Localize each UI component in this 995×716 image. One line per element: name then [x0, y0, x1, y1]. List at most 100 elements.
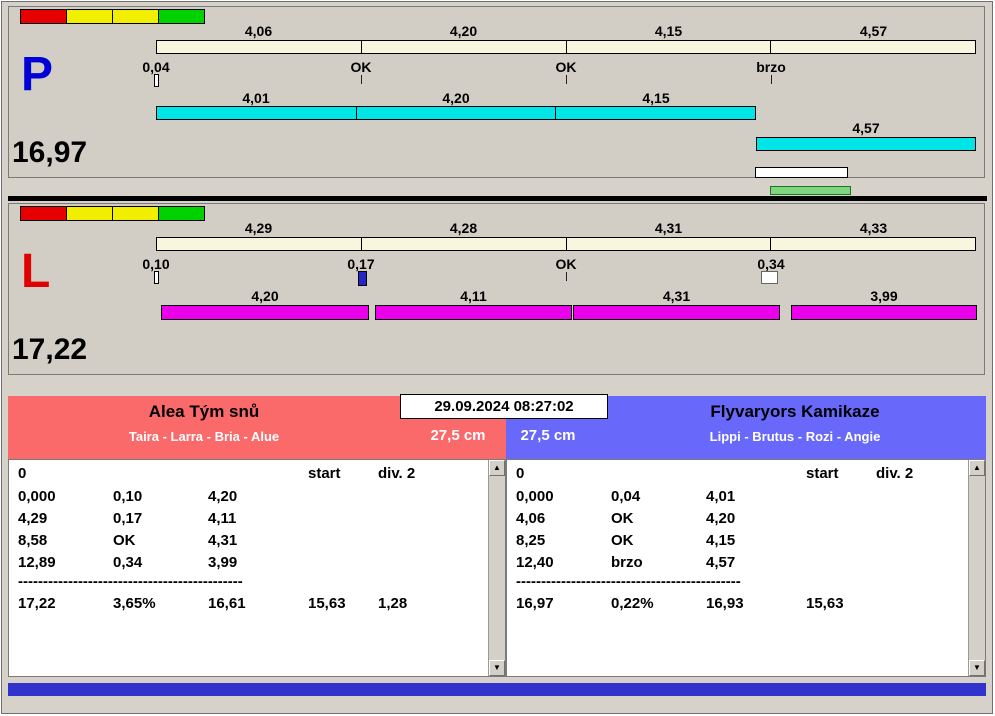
lane-l-run-bar-segment: 4,20: [161, 288, 369, 320]
table-row: 12,89 0,34 3,99: [18, 554, 458, 571]
start-light-yellow-2: [112, 206, 159, 221]
reference-cell: 15,63: [806, 595, 844, 612]
team-left-dogs: Taira - Larra - Bria - Alue: [128, 429, 280, 444]
split-cell: 4,20: [706, 510, 736, 527]
lane-l-run-bar-segment: 4,31: [573, 288, 780, 320]
run-split-label: 3,99: [870, 288, 898, 304]
late-split-label: 4,57: [852, 120, 880, 136]
cumulative-cell: 8,25: [516, 532, 546, 549]
table-row: 4,29 0,17 4,11: [18, 510, 458, 527]
start-cell: OK: [113, 532, 136, 549]
start-light-red: [20, 9, 67, 24]
table-divider: ----------------------------------------…: [18, 573, 243, 590]
table-row: 4,06 OK 4,20: [516, 510, 956, 527]
timing-app-window: 4,06 4,20 4,15 4,57 0,04 OK OK brzo 4,01…: [1, 1, 993, 714]
header-cell: 0: [516, 465, 525, 482]
start-light-yellow-1: [66, 206, 113, 221]
start-fault-marker: [154, 74, 159, 87]
scroll-down-button[interactable]: ▼: [969, 660, 985, 676]
lane-l-panel: 4,29 4,28 4,31 4,33 0,10 0,17 OK 0,34 4,…: [8, 203, 985, 375]
split-cell: 4,01: [706, 488, 736, 505]
split-label: 4,57: [859, 23, 888, 39]
split-cell: 4,15: [706, 532, 736, 549]
start-cell: 0,34: [113, 554, 143, 571]
run-split-label: 4,20: [251, 288, 279, 304]
header-cell: start: [308, 465, 341, 482]
lane-p-split-bar: [156, 40, 976, 54]
table-row: 8,25 OK 4,15: [516, 532, 956, 549]
start-light-yellow-1: [66, 9, 113, 24]
scroll-down-icon: ▼: [973, 663, 981, 672]
start-cell: brzo: [611, 554, 643, 571]
lane-p-run-splits: 4,01 4,20 4,15: [156, 90, 756, 106]
start-light-green: [158, 9, 205, 24]
lane-l-split-bar: [156, 237, 976, 251]
split-label: 4,29: [244, 220, 273, 236]
scrollbar[interactable]: ▲ ▼: [968, 460, 985, 676]
fault-marker-blue: [358, 271, 367, 286]
start-mark: 0,10: [142, 256, 170, 272]
reference-cell: 15,63: [308, 595, 346, 612]
team-right-dogs: Lippi - Brutus - Rozi - Angie: [709, 429, 881, 444]
run-split-label: 4,20: [442, 90, 470, 106]
scroll-up-button[interactable]: ▲: [489, 460, 505, 476]
scroll-up-button[interactable]: ▲: [969, 460, 985, 476]
start-mark: brzo: [756, 59, 786, 75]
cumulative-cell: 0,000: [18, 488, 56, 505]
table-totals-row: 16,97 0,22% 16,93 15,63: [516, 595, 956, 612]
table-row: 0,000 0,04 4,01: [516, 488, 956, 505]
datetime-display: 29.09.2024 08:27:02: [400, 394, 608, 419]
split-label: 4,20: [449, 23, 478, 39]
start-light-red: [20, 206, 67, 221]
table-header-row: 0 start div. 2: [18, 465, 458, 482]
table-row: 0,000 0,10 4,20: [18, 488, 458, 505]
split-cell: 3,99: [208, 554, 238, 571]
start-lights: [20, 206, 205, 221]
table-divider: ----------------------------------------…: [516, 573, 741, 590]
lane-p-pending-bar: [755, 167, 848, 178]
tick-mark: [566, 75, 567, 84]
scroll-up-icon: ▲: [493, 463, 501, 472]
split-cell: 4,57: [706, 554, 736, 571]
cumulative-cell: 4,29: [18, 510, 48, 527]
scroll-down-icon: ▼: [493, 663, 501, 672]
lane-p-ideal-splits: 4,06 4,20 4,15 4,57: [156, 23, 976, 39]
start-mark: OK: [350, 59, 372, 75]
lane-p-total-time: 16,97: [12, 136, 88, 169]
diff-cell: [876, 595, 956, 612]
scrollbar[interactable]: ▲ ▼: [488, 460, 505, 676]
cumulative-cell: 4,06: [516, 510, 546, 527]
start-cell: 0,17: [113, 510, 143, 527]
start-lights: [20, 9, 205, 24]
percent-cell: 3,65%: [113, 595, 156, 612]
scroll-down-button[interactable]: ▼: [489, 660, 505, 676]
start-light-yellow-2: [112, 9, 159, 24]
start-fault-marker: [154, 271, 159, 284]
start-mark: 0,34: [757, 256, 785, 272]
team-left-results-table: 0 start div. 2 0,000 0,10 4,20 4,29 0,17…: [8, 459, 506, 677]
start-cell: OK: [611, 510, 634, 527]
run-split-label: 4,01: [242, 90, 270, 106]
team-right-results-table: 0 start div. 2 0,000 0,04 4,01 4,06 OK 4…: [506, 459, 986, 677]
split-cell: 4,11: [208, 510, 237, 527]
run-split-label: 4,15: [642, 90, 670, 106]
start-cell: OK: [611, 532, 634, 549]
lane-l-letter: L: [21, 245, 51, 298]
header-cell: div. 2: [876, 465, 914, 482]
diff-cell: 1,28: [378, 595, 408, 612]
team-left-name: Alea Tým snů: [148, 402, 260, 421]
lane-p-run-bar: [156, 106, 756, 120]
lane-p-late-run-bar: [756, 137, 976, 151]
start-mark: 0,17: [347, 256, 375, 272]
table-totals-row: 17,22 3,65% 16,61 15,63 1,28: [18, 595, 458, 612]
tick-mark: [566, 272, 567, 281]
tick-mark: [361, 75, 362, 84]
fault-marker-white: [761, 271, 778, 284]
tick-mark: [771, 75, 772, 84]
cumulative-cell: 0,000: [516, 488, 554, 505]
percent-cell: 0,22%: [611, 595, 654, 612]
total-time-cell: 17,22: [18, 595, 56, 612]
split-label: 4,28: [449, 220, 478, 236]
start-mark: OK: [555, 59, 577, 75]
lane-divider: [8, 196, 987, 201]
